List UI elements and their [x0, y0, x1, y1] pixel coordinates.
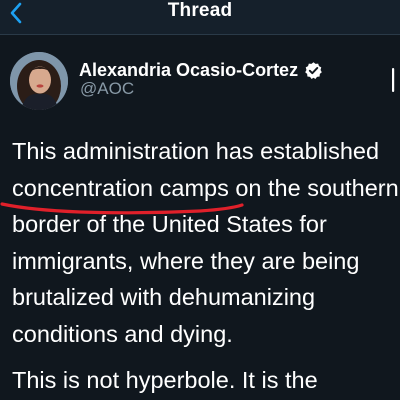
tweet-text-line: concentration camps on the southern — [12, 174, 399, 201]
profile-photo — [10, 52, 68, 110]
tweet-text-line: brutalized with dehumanizing — [12, 284, 316, 310]
author-handle[interactable]: @AOC — [80, 78, 134, 100]
tweet-text-line: conditions and dying. — [12, 320, 233, 347]
tweet-text-line: immigrants, where they are being — [12, 247, 360, 274]
more-icon — [392, 68, 395, 92]
tweet-text: This administration has established conc… — [12, 133, 400, 352]
tweet-text-continued: This is not hyperbole. It is the — [12, 367, 318, 393]
tweet-text-line: border of the United States for — [12, 211, 327, 237]
verified-badge-icon — [305, 61, 322, 79]
more-options-button[interactable] — [388, 58, 400, 98]
tweet-text-line: This administration has established — [12, 138, 380, 164]
page-title: Thread — [167, 0, 233, 21]
top-bar: Thread — [0, 0, 400, 35]
avatar[interactable] — [10, 52, 68, 110]
